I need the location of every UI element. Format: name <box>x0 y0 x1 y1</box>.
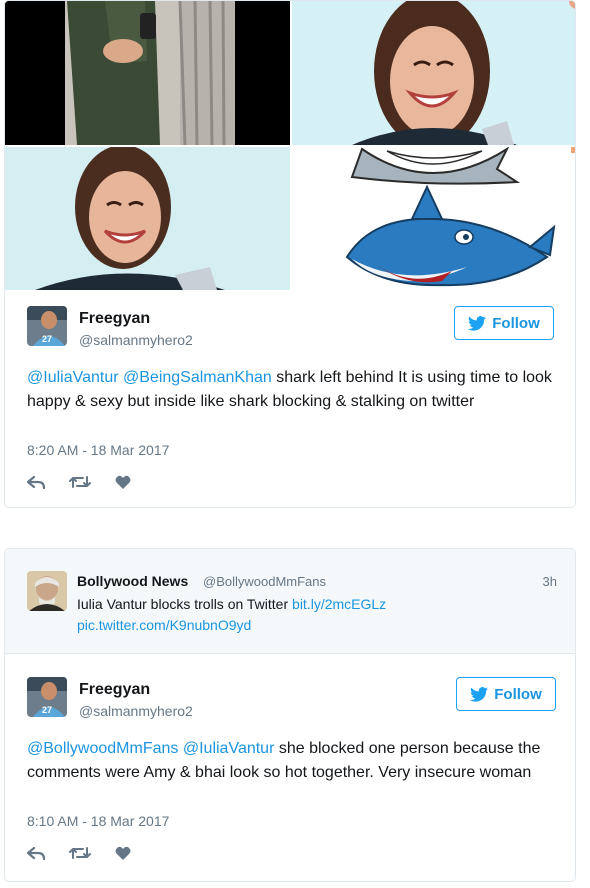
media-photo-3[interactable] <box>5 147 290 290</box>
tweet-actions <box>27 843 131 863</box>
quoted-pic-link[interactable]: pic.twitter.com/K9nubnO9yd <box>77 617 251 633</box>
reply-icon[interactable] <box>27 474 45 490</box>
avatar[interactable]: 27 <box>27 677 67 717</box>
avatar[interactable]: 27 <box>27 306 67 346</box>
quoted-tweet[interactable]: Bollywood News @BollywoodMmFans 3h Iulia… <box>5 549 575 654</box>
quoted-avatar[interactable] <box>27 571 67 611</box>
quoted-handle[interactable]: @BollywoodMmFans <box>203 574 326 589</box>
timestamp[interactable]: 8:20 AM - 18 Mar 2017 <box>27 442 169 458</box>
avatar-jersey-number: 27 <box>42 334 52 344</box>
like-icon[interactable] <box>115 846 131 861</box>
mention-link[interactable]: @BeingSalmanKhan <box>123 369 272 386</box>
user-handle[interactable]: @salmanmyhero2 <box>79 332 193 348</box>
tweet-card-2: Bollywood News @BollywoodMmFans 3h Iulia… <box>4 548 576 882</box>
mention-link[interactable]: @IuliaVantur <box>27 369 119 386</box>
avatar-jersey-number: 27 <box>42 705 52 715</box>
media-grid[interactable] <box>5 1 575 290</box>
corner-marker <box>571 147 575 153</box>
retweet-icon[interactable] <box>69 845 91 861</box>
user-handle[interactable]: @salmanmyhero2 <box>79 703 193 719</box>
reply-icon[interactable] <box>27 845 45 861</box>
tweet-text: @BollywoodMmFans @IuliaVantur she blocke… <box>27 737 557 785</box>
quoted-display-name[interactable]: Bollywood News <box>77 573 188 589</box>
follow-button[interactable]: Follow <box>454 306 554 340</box>
tweet-text: @IuliaVantur @BeingSalmanKhan shark left… <box>27 366 557 414</box>
media-photo-1[interactable] <box>5 1 290 145</box>
quoted-timestamp[interactable]: 3h <box>543 574 557 589</box>
follow-label: Follow <box>494 685 542 703</box>
tweet-actions <box>27 472 131 492</box>
display-name[interactable]: Freegyan <box>79 310 150 328</box>
mention-link[interactable]: @IuliaVantur <box>183 740 275 757</box>
like-icon[interactable] <box>115 475 131 490</box>
quoted-link[interactable]: bit.ly/2mcEGLz <box>292 596 386 612</box>
retweet-icon[interactable] <box>69 474 91 490</box>
tweet-body-2: 27 Freegyan @salmanmyhero2 Follow @Bolly… <box>5 655 575 881</box>
media-photo-2[interactable] <box>292 1 575 145</box>
tweet-body-1: 27 Freegyan @salmanmyhero2 Follow @Iulia… <box>5 290 575 507</box>
follow-label: Follow <box>492 314 540 332</box>
twitter-bird-icon <box>470 686 489 702</box>
media-photo-4[interactable] <box>292 147 575 290</box>
tweet-card-1: 27 Freegyan @salmanmyhero2 Follow @Iulia… <box>4 0 576 508</box>
quoted-text-content: Iulia Vantur blocks trolls on Twitter <box>77 596 293 612</box>
follow-button[interactable]: Follow <box>456 677 556 711</box>
display-name[interactable]: Freegyan <box>79 681 150 699</box>
mention-link[interactable]: @BollywoodMmFans <box>27 740 178 757</box>
quoted-text: Iulia Vantur blocks trolls on Twitter bi… <box>77 594 547 636</box>
timestamp[interactable]: 8:10 AM - 18 Mar 2017 <box>27 813 169 829</box>
twitter-bird-icon <box>468 315 487 331</box>
